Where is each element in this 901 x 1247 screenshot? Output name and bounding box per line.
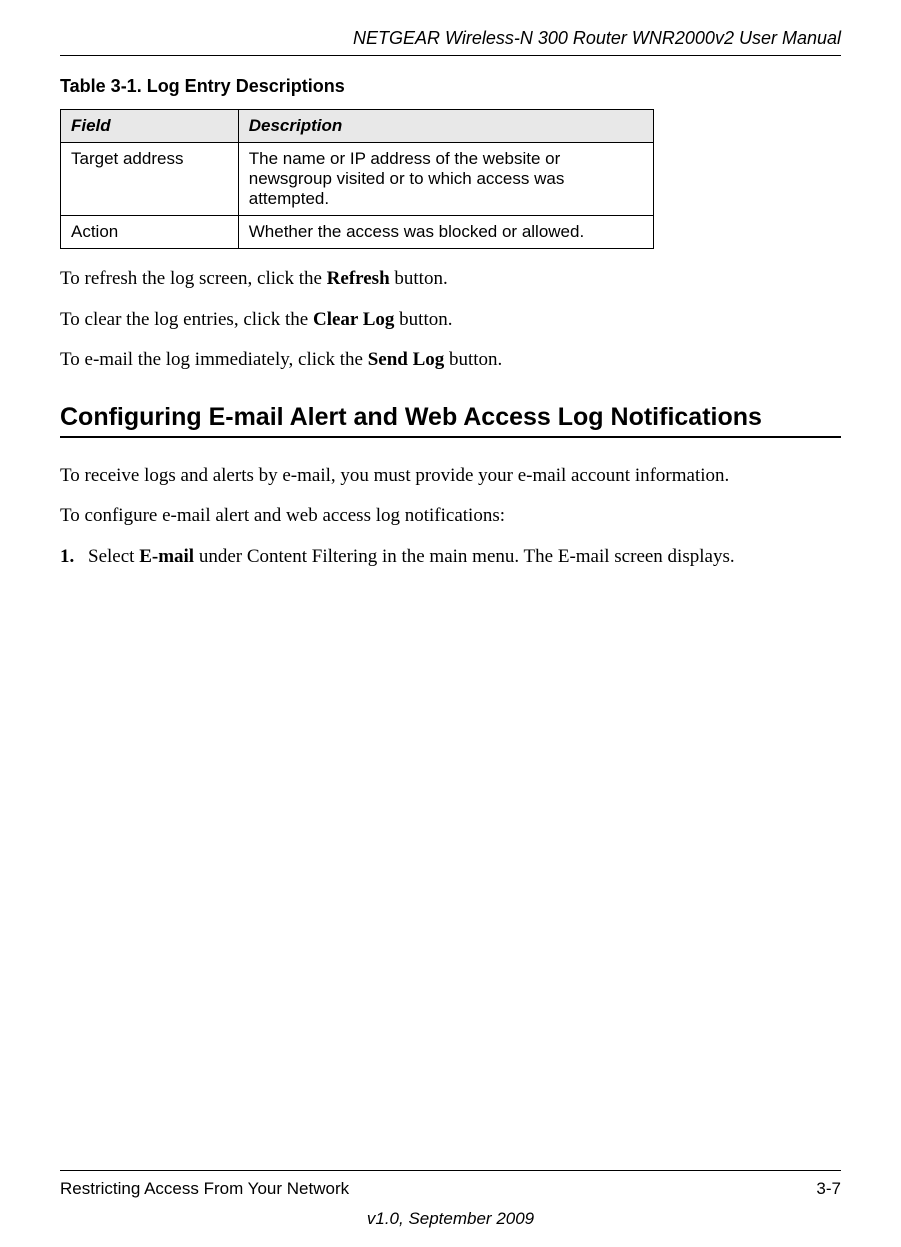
step-1: 1. Select E-mail under Content Filtering… <box>60 543 841 572</box>
footer-rule <box>60 1170 841 1171</box>
header-title: NETGEAR Wireless-N 300 Router WNR2000v2 … <box>60 28 841 49</box>
send-log-bold: Send Log <box>368 349 445 370</box>
footer-page-number: 3-7 <box>816 1179 841 1199</box>
email-bold: E-mail <box>139 546 194 567</box>
section-heading: Configuring E-mail Alert and Web Access … <box>60 403 841 432</box>
table-header-field: Field <box>61 110 239 143</box>
step-content: Select E-mail under Content Filtering in… <box>88 543 841 572</box>
text: To refresh the log screen, click the <box>60 268 327 289</box>
text: button. <box>390 268 448 289</box>
step-number: 1. <box>60 543 88 572</box>
table-header-row: Field Description <box>61 110 654 143</box>
table-row: Target address The name or IP address of… <box>61 143 654 216</box>
footer-row: Restricting Access From Your Network 3-7 <box>60 1179 841 1199</box>
section-rule <box>60 436 841 438</box>
text: To e-mail the log immediately, click the <box>60 349 368 370</box>
table-cell-field: Action <box>61 216 239 249</box>
paragraph-refresh: To refresh the log screen, click the Ref… <box>60 265 841 294</box>
log-entry-table: Field Description Target address The nam… <box>60 109 654 249</box>
refresh-bold: Refresh <box>327 268 390 289</box>
text: under Content Filtering in the main menu… <box>194 546 735 567</box>
header-rule <box>60 55 841 56</box>
table-header-description: Description <box>238 110 653 143</box>
text: button. <box>394 309 452 330</box>
page-footer: Restricting Access From Your Network 3-7… <box>60 1170 841 1229</box>
table-cell-description: Whether the access was blocked or allowe… <box>238 216 653 249</box>
text: button. <box>444 349 502 370</box>
paragraph-send-log: To e-mail the log immediately, click the… <box>60 346 841 375</box>
table-caption: Table 3-1. Log Entry Descriptions <box>60 76 841 97</box>
clear-log-bold: Clear Log <box>313 309 394 330</box>
table-row: Action Whether the access was blocked or… <box>61 216 654 249</box>
paragraph-clear-log: To clear the log entries, click the Clea… <box>60 306 841 335</box>
table-cell-description: The name or IP address of the website or… <box>238 143 653 216</box>
table-cell-field: Target address <box>61 143 239 216</box>
section-intro-1: To receive logs and alerts by e-mail, yo… <box>60 462 841 491</box>
text: To clear the log entries, click the <box>60 309 313 330</box>
footer-section-title: Restricting Access From Your Network <box>60 1179 349 1199</box>
footer-version: v1.0, September 2009 <box>60 1209 841 1229</box>
section-intro-2: To configure e-mail alert and web access… <box>60 502 841 531</box>
text: Select <box>88 546 139 567</box>
